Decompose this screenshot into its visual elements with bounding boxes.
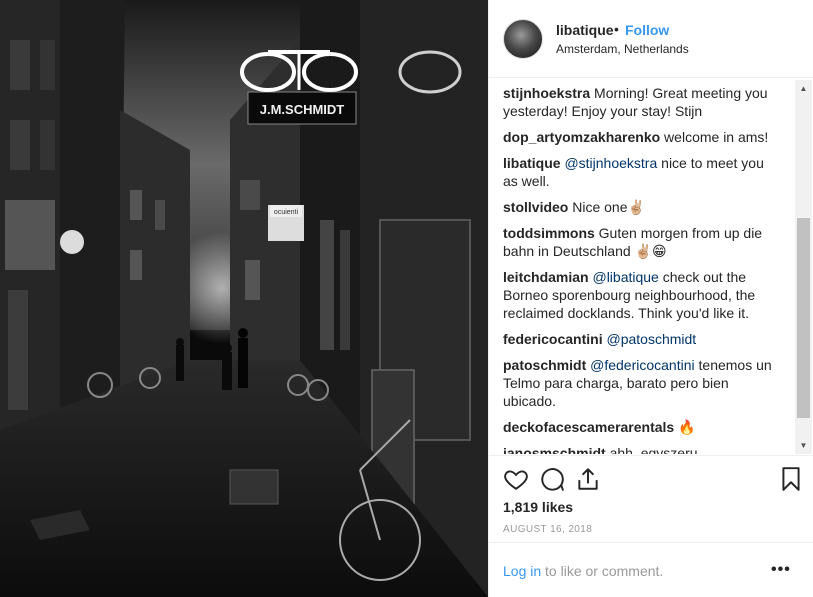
comment-item: leitchdamian @libatique check out the Bo… bbox=[503, 268, 779, 322]
comment-username[interactable]: stijnhoekstra bbox=[503, 85, 590, 101]
comment-username[interactable]: patoschmidt bbox=[503, 357, 586, 373]
follow-button[interactable]: Follow bbox=[625, 22, 669, 38]
comment-item: patoschmidt @federicocantini tenemos un … bbox=[503, 356, 779, 410]
post-footer: Log in to like or comment. ••• bbox=[489, 542, 813, 597]
bookmark-icon[interactable] bbox=[778, 466, 804, 492]
post-date: AUGUST 16, 2018 bbox=[503, 524, 593, 535]
post-sidebar: libatique • Follow Amsterdam, Netherland… bbox=[488, 0, 813, 597]
scroll-up-icon[interactable]: ▲ bbox=[795, 80, 812, 97]
comment-mention[interactable]: @libatique bbox=[589, 269, 658, 285]
comment-username[interactable]: federicocantini bbox=[503, 331, 603, 347]
action-bar bbox=[489, 455, 813, 495]
comment-username[interactable]: stollvideo bbox=[503, 199, 568, 215]
comment-icon[interactable] bbox=[539, 466, 565, 492]
comment-username[interactable]: janosmschmidt bbox=[503, 445, 606, 454]
comment-username[interactable]: dop_artyomzakharenko bbox=[503, 129, 660, 145]
comment-username[interactable]: deckofacescamerarentals bbox=[503, 419, 674, 435]
comment-text: welcome in ams! bbox=[660, 129, 769, 145]
scroll-down-icon[interactable]: ▼ bbox=[795, 437, 812, 454]
post-container: J.M.SCHMIDT ocuienti libatique • Follow … bbox=[0, 0, 813, 597]
separator-dot: • bbox=[614, 21, 619, 37]
more-options-button[interactable]: ••• bbox=[771, 561, 791, 579]
comment-item: stijnhoekstra Morning! Great meeting you… bbox=[503, 84, 779, 120]
comment-item: federicocantini @patoschmidt bbox=[503, 330, 779, 348]
comment-username[interactable]: leitchdamian bbox=[503, 269, 589, 285]
avatar[interactable] bbox=[503, 19, 543, 59]
comments-list[interactable]: stijnhoekstra Morning! Great meeting you… bbox=[503, 84, 779, 454]
comment-item: janosmschmidt ahh, egyszeru lajkvadaszok… bbox=[503, 444, 779, 454]
comment-item: toddsimmons Guten morgen from up die bah… bbox=[503, 224, 779, 260]
post-header: libatique • Follow Amsterdam, Netherland… bbox=[489, 0, 813, 78]
comment-username[interactable]: libatique bbox=[503, 155, 561, 171]
comment-item: stollvideo Nice one✌🏼 bbox=[503, 198, 779, 216]
heart-icon[interactable] bbox=[503, 466, 529, 492]
scrollbar-thumb[interactable] bbox=[797, 218, 810, 418]
comment-text: Nice one✌🏼 bbox=[568, 199, 645, 215]
login-link[interactable]: Log in bbox=[503, 563, 541, 579]
share-icon[interactable] bbox=[575, 466, 601, 492]
comment-item: deckofacescamerarentals 🔥 bbox=[503, 418, 779, 436]
post-username[interactable]: libatique bbox=[556, 22, 614, 38]
small-sign-text: ocuienti bbox=[274, 209, 299, 216]
post-photo[interactable]: J.M.SCHMIDT ocuienti bbox=[0, 0, 488, 597]
comment-text: 🔥 bbox=[674, 419, 696, 435]
comment-username[interactable]: toddsimmons bbox=[503, 225, 595, 241]
comment-item: libatique @stijnhoekstra nice to meet yo… bbox=[503, 154, 779, 190]
comment-item: dop_artyomzakharenko welcome in ams! bbox=[503, 128, 779, 146]
login-prompt-text: to like or comment. bbox=[541, 563, 664, 579]
neon-sign-text: J.M.SCHMIDT bbox=[260, 102, 345, 117]
likes-count[interactable]: 1,819 likes bbox=[503, 499, 573, 515]
comment-mention[interactable]: @stijnhoekstra bbox=[561, 155, 657, 171]
street-photo: J.M.SCHMIDT ocuienti bbox=[0, 0, 488, 597]
post-location[interactable]: Amsterdam, Netherlands bbox=[556, 42, 689, 56]
login-prompt: Log in to like or comment. bbox=[503, 563, 663, 579]
comment-mention[interactable]: @patoschmidt bbox=[603, 331, 696, 347]
comment-mention[interactable]: @federicocantini bbox=[586, 357, 695, 373]
comments-scrollbar[interactable]: ▲ ▼ bbox=[795, 80, 812, 454]
